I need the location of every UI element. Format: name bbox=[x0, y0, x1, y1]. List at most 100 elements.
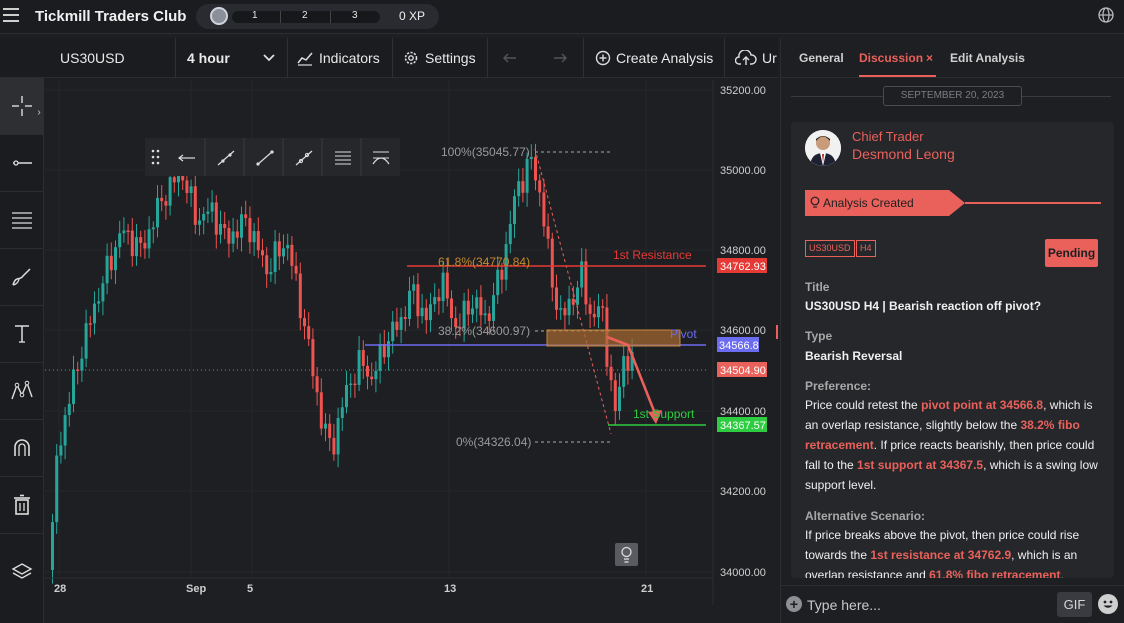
date-separator: SEPTEMBER 20, 2023 bbox=[883, 86, 1022, 106]
candle-body bbox=[324, 423, 327, 429]
candle-body bbox=[433, 297, 437, 305]
trash-tool[interactable] bbox=[0, 477, 44, 534]
text-tool[interactable] bbox=[0, 306, 44, 363]
candle-body bbox=[219, 224, 222, 235]
price-tick-label: 34000.00 bbox=[720, 567, 766, 579]
menu-icon[interactable] bbox=[3, 8, 19, 22]
candle-body bbox=[416, 284, 420, 317]
timeframe-tag: H4 bbox=[856, 240, 876, 257]
title-label: Title bbox=[805, 280, 830, 294]
candle-body bbox=[592, 313, 596, 318]
globe-icon[interactable] bbox=[1097, 6, 1115, 24]
candle-body bbox=[487, 313, 491, 321]
candle-body bbox=[391, 321, 395, 342]
fib-label-100: 100%(35045.77) bbox=[441, 145, 530, 159]
candle-body bbox=[193, 186, 197, 225]
add-attachment-icon[interactable]: + bbox=[786, 596, 802, 612]
indicators-button[interactable]: Indicators bbox=[319, 38, 380, 78]
candle-body bbox=[84, 323, 88, 359]
candle-body bbox=[492, 295, 495, 321]
brush-tool[interactable] bbox=[0, 249, 44, 306]
horizontal-line-tool[interactable] bbox=[0, 135, 44, 192]
candle-body bbox=[550, 238, 554, 288]
price-tick-label: 34400.00 bbox=[720, 406, 766, 418]
candle-body bbox=[307, 326, 311, 340]
candle-body bbox=[517, 181, 521, 197]
symbol-selector[interactable]: US30USD bbox=[60, 38, 125, 78]
date-tick-label: 5 bbox=[247, 583, 253, 595]
price-chart[interactable]: 100%(35045.77) 61.8%(34770.84) 38.2%(346… bbox=[45, 80, 778, 605]
candle-body bbox=[618, 386, 621, 412]
close-tab-icon[interactable]: × bbox=[926, 51, 933, 65]
message-input[interactable] bbox=[807, 594, 1047, 616]
candle-body bbox=[395, 321, 399, 330]
candle-body bbox=[584, 261, 588, 305]
candle-body bbox=[622, 356, 626, 387]
indicators-icon bbox=[297, 52, 313, 66]
candle-body bbox=[340, 407, 344, 418]
chevron-down-icon[interactable] bbox=[263, 53, 275, 63]
magnet-tool[interactable] bbox=[0, 420, 44, 477]
analysis-card: Chief Trader Desmond Leong Analysis Crea… bbox=[791, 122, 1114, 578]
fib-levels-tool[interactable] bbox=[0, 192, 44, 249]
price-tick-label: 34600.00 bbox=[720, 325, 766, 337]
candle-body bbox=[126, 230, 130, 233]
candle-body bbox=[437, 297, 441, 302]
candle-body bbox=[223, 224, 227, 228]
preference-label: Preference: bbox=[805, 379, 872, 393]
candle-body bbox=[214, 202, 218, 235]
current-price-tag: 34504.90 bbox=[720, 365, 766, 377]
expand-tools-toggle[interactable]: › bbox=[34, 98, 44, 128]
candle-body bbox=[290, 244, 294, 266]
candle-body bbox=[571, 298, 575, 305]
tab-edit-analysis[interactable]: Edit Analysis bbox=[950, 51, 1025, 65]
lightbulb-icon[interactable] bbox=[615, 543, 638, 566]
level-mark-1: 1 bbox=[252, 10, 258, 21]
gear-icon bbox=[404, 51, 418, 65]
candle-body bbox=[198, 220, 201, 225]
price-tick-label: 34200.00 bbox=[720, 486, 766, 498]
candle-body bbox=[429, 304, 432, 321]
candle-body bbox=[361, 350, 365, 366]
tab-discussion[interactable]: Discussion bbox=[859, 51, 923, 65]
candle-body bbox=[471, 308, 474, 315]
pattern-tool[interactable] bbox=[0, 363, 44, 420]
pattern-icon bbox=[11, 380, 33, 400]
candle-body bbox=[130, 230, 134, 257]
candle-body bbox=[135, 237, 138, 257]
candle-body bbox=[508, 224, 512, 245]
candle-body bbox=[63, 415, 67, 446]
author-name[interactable]: Desmond Leong bbox=[852, 146, 955, 162]
floating-draw-toolbar bbox=[145, 138, 400, 176]
candle-body bbox=[366, 365, 369, 377]
candle-body bbox=[101, 283, 105, 302]
candle-body bbox=[156, 197, 159, 228]
xp-count: 0 XP bbox=[399, 9, 426, 23]
emoji-icon[interactable] bbox=[1098, 594, 1118, 614]
candle-body bbox=[332, 437, 336, 455]
redo-icon[interactable] bbox=[551, 52, 567, 64]
support-label: 1st Support bbox=[633, 407, 695, 421]
candle-body bbox=[160, 197, 164, 202]
plus-circle-icon bbox=[595, 50, 611, 66]
layers-tool[interactable] bbox=[0, 543, 44, 600]
tab-general[interactable]: General bbox=[799, 51, 844, 65]
candle-body bbox=[248, 218, 252, 243]
settings-button[interactable]: Settings bbox=[425, 38, 476, 78]
date-tick-label: 28 bbox=[54, 583, 66, 595]
candle-body bbox=[525, 159, 529, 193]
candle-body bbox=[466, 300, 470, 315]
undo-icon[interactable] bbox=[503, 52, 519, 64]
create-analysis-button[interactable]: Create Analysis bbox=[616, 38, 713, 78]
upload-button[interactable]: Ur bbox=[762, 38, 777, 78]
interval-selector[interactable]: 4 hour bbox=[187, 38, 230, 78]
candle-body bbox=[244, 214, 248, 219]
message-composer: + GIF bbox=[781, 585, 1124, 623]
gif-button[interactable]: GIF bbox=[1057, 592, 1092, 617]
fib-label-618: 61.8%(34770.84) bbox=[438, 255, 530, 269]
trash-icon bbox=[14, 494, 30, 515]
candle-body bbox=[374, 370, 378, 380]
candle-body bbox=[55, 455, 59, 523]
brush-icon bbox=[12, 268, 31, 286]
candle-body bbox=[408, 290, 411, 319]
